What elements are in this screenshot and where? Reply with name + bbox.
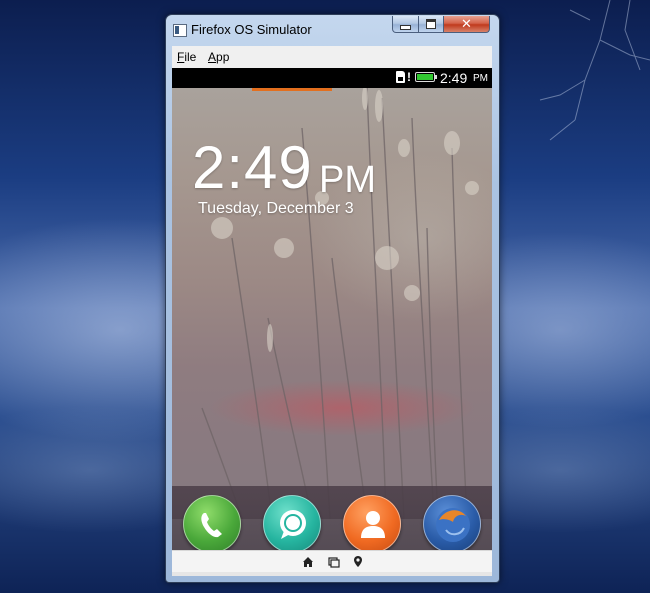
window-client-area: File App ! 2:49 PM 2:49 PM Tuesday, Dece… (172, 46, 492, 576)
status-ampm: PM (473, 73, 488, 84)
unlock-progress-line (252, 88, 332, 91)
close-icon: ✕ (461, 16, 472, 31)
contact-person-icon (361, 511, 385, 538)
phone-status-bar: ! 2:49 PM (172, 68, 492, 88)
battery-icon (415, 72, 437, 82)
menu-bar: File App (172, 46, 492, 68)
menu-file-label: ile (184, 50, 197, 64)
window-app-icon (173, 24, 187, 37)
firefox-globe-icon (436, 508, 470, 542)
lock-screen[interactable]: 2:49 PM Tuesday, December 3 (172, 88, 492, 519)
phone-app-button[interactable] (183, 495, 241, 553)
simulator-nav-bar (172, 550, 492, 573)
window-title: Firefox OS Simulator (191, 22, 312, 37)
phone-icon (201, 513, 222, 538)
contacts-app-button[interactable] (343, 495, 401, 553)
tree-branches-decoration (539, 0, 650, 141)
sim-card-icon (396, 71, 405, 83)
location-pin-icon[interactable] (351, 555, 365, 569)
simulator-window: Firefox OS Simulator ✕ File App ! 2:49 P… (165, 14, 500, 583)
home-icon[interactable] (301, 555, 315, 569)
windows-icon[interactable] (327, 555, 341, 569)
menu-app-accelerator: A (208, 50, 217, 64)
status-time: 2:49 (440, 70, 468, 86)
title-bar[interactable]: Firefox OS Simulator ✕ (166, 15, 499, 45)
minimize-icon (400, 25, 411, 30)
menu-file[interactable]: File (177, 50, 196, 64)
alert-icon: ! (407, 70, 411, 84)
maximize-icon (426, 19, 436, 29)
minimize-button[interactable] (392, 16, 419, 33)
battery-level (417, 74, 433, 80)
menu-app[interactable]: App (208, 50, 229, 64)
message-bubble-icon (280, 510, 306, 539)
close-button[interactable]: ✕ (443, 16, 490, 33)
browser-app-button[interactable] (423, 495, 481, 553)
lockscreen-clock-ampm: PM (319, 159, 376, 201)
window-bottom-edge (172, 572, 492, 576)
lockscreen-clock-time: 2:49 (192, 134, 313, 201)
maximize-button[interactable] (418, 16, 444, 33)
menu-app-label: pp (216, 50, 230, 64)
messages-app-button[interactable] (263, 495, 321, 553)
lockscreen-date: Tuesday, December 3 (198, 200, 354, 217)
